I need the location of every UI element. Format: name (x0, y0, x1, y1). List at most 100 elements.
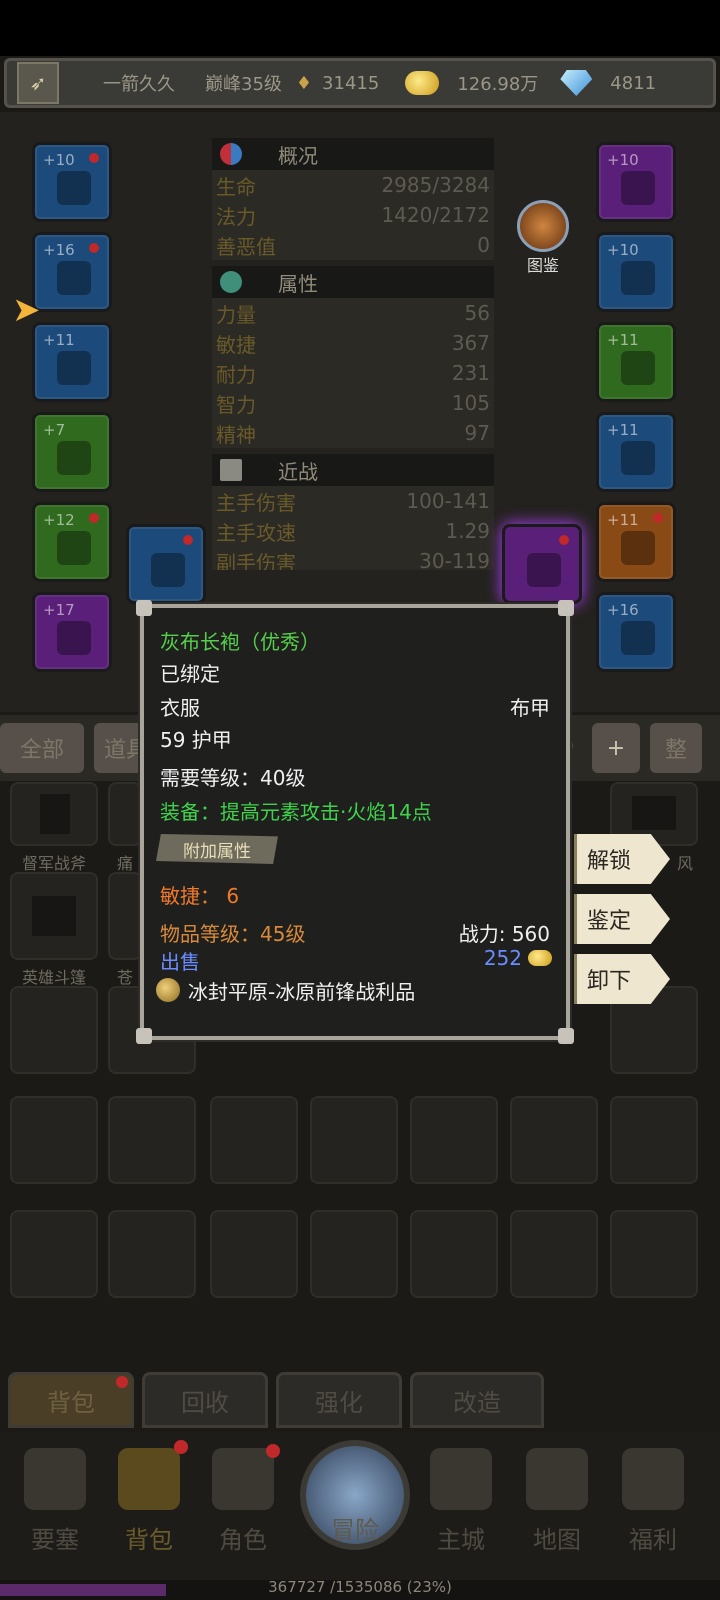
nav-label: 福利 (629, 1526, 677, 1554)
unequip-button[interactable]: 卸下 (574, 954, 670, 1004)
stat-row: 智力 105 (212, 388, 494, 418)
slot-level: +10 (607, 241, 639, 259)
stat-value: 100-141 (406, 489, 490, 513)
stat-name: 法力 (216, 204, 256, 229)
equip-slot-hands[interactable]: +10 (596, 232, 676, 312)
tab-recycle[interactable]: 回收 (142, 1372, 268, 1428)
melee-title: 近战 (278, 459, 318, 484)
stat-value: 56 (464, 301, 490, 325)
stat-value: 1420/2172 (381, 203, 490, 227)
equip-slot-bracer[interactable]: +17 (32, 592, 112, 672)
nav-character[interactable]: 角色 (198, 1440, 288, 1560)
bag-slot-empty[interactable] (610, 1096, 698, 1184)
power-value: 31415 (322, 72, 380, 94)
sell-price: 252 (483, 946, 522, 970)
bag-slot-empty[interactable] (310, 1096, 398, 1184)
filter-all[interactable]: 全部 (0, 723, 84, 773)
bag-slot-empty[interactable] (108, 1210, 196, 1298)
equip-slot-mainhand[interactable] (502, 524, 582, 604)
stat-value: 105 (451, 391, 490, 415)
bag-slot-empty[interactable] (210, 1210, 298, 1298)
nav-fortress[interactable]: 要塞 (10, 1440, 100, 1560)
boots-icon (621, 531, 655, 565)
tab-enhance[interactable]: 强化 (276, 1372, 402, 1428)
equip-slot-ring[interactable]: +16 (596, 592, 676, 672)
item-armor: 59 护甲 (160, 728, 232, 752)
equip-slot-shoulder[interactable]: +11 (32, 322, 112, 402)
castle-icon (430, 1448, 492, 1510)
unlock-button[interactable]: 解锁 (574, 834, 670, 884)
ring-icon (621, 621, 655, 655)
nav-label: 主城 (437, 1526, 485, 1554)
item-equip-effect: 装备：提高元素攻击·火焰14点 (160, 800, 432, 824)
nav-label: 角色 (219, 1526, 267, 1554)
equip-slot-cloak[interactable]: +7 (32, 412, 112, 492)
stat-value: 0 (477, 233, 490, 257)
bag-slot-empty[interactable] (10, 1210, 98, 1298)
equip-slot-neck[interactable]: +16 (32, 232, 112, 312)
stat-name: 副手伤害 (216, 550, 296, 571)
bag-item[interactable] (10, 782, 98, 846)
lock-icon (183, 535, 193, 545)
equip-slot-feet[interactable]: +11 (596, 502, 676, 582)
bag-slot-empty[interactable] (310, 1210, 398, 1298)
nav-label: 背包 (125, 1526, 173, 1554)
bag-slot-empty[interactable] (610, 1210, 698, 1298)
stat-value: 1.29 (445, 519, 490, 543)
bag-slot-empty[interactable] (410, 1096, 498, 1184)
bag-item[interactable] (10, 872, 98, 960)
bag-item[interactable] (108, 782, 142, 846)
gift-icon (622, 1448, 684, 1510)
slot-level: +11 (607, 331, 639, 349)
equip-slot-head[interactable]: +10 (32, 142, 112, 222)
stat-name: 主手伤害 (216, 490, 296, 515)
slot-level: +11 (607, 421, 639, 439)
nav-label: 要塞 (31, 1526, 79, 1554)
cloak-icon (57, 441, 91, 475)
bag-slot-empty[interactable] (510, 1096, 598, 1184)
nav-label: 地图 (533, 1526, 581, 1554)
equip-slot-chest[interactable]: +12 (32, 502, 112, 582)
nav-city[interactable]: 主城 (416, 1440, 506, 1560)
slot-level: +10 (43, 151, 75, 169)
axe-icon (40, 794, 70, 834)
lock-icon (89, 513, 99, 523)
identify-button[interactable]: 鉴定 (574, 894, 670, 944)
nav-welfare[interactable]: 福利 (608, 1440, 698, 1560)
melee-header: 近战 (212, 454, 494, 486)
codex-button[interactable]: 图鉴 (514, 200, 572, 275)
nav-bag[interactable]: 背包 (104, 1440, 194, 1560)
stat-row: 善恶值 0 (212, 230, 494, 260)
bag-item[interactable] (108, 872, 142, 960)
stat-value: 30-119 (419, 549, 490, 570)
avatar[interactable]: ➶ (17, 62, 59, 104)
sword-icon (220, 459, 242, 481)
expand-bag-button[interactable]: + (592, 723, 640, 773)
stat-name: 敏捷 (216, 332, 256, 357)
bag-slot-empty[interactable] (410, 1210, 498, 1298)
scroll-map-icon (526, 1448, 588, 1510)
equip-slot-waist[interactable]: +11 (596, 322, 676, 402)
shoulder-icon (57, 351, 91, 385)
bag-slot-empty[interactable] (510, 1210, 598, 1298)
chest-armor-icon (57, 531, 91, 565)
codex-label: 图鉴 (526, 256, 559, 275)
status-bar (0, 0, 720, 56)
corner-ornament (136, 600, 152, 616)
equip-slot-offhand[interactable] (126, 524, 206, 604)
stat-row: 精神 97 (212, 418, 494, 448)
bag-slot-empty[interactable] (108, 1096, 196, 1184)
bag-slot-empty[interactable] (10, 1096, 98, 1184)
stat-value: 97 (464, 421, 490, 445)
sort-button[interactable]: 整 (650, 723, 702, 773)
bag-slot-empty[interactable] (210, 1096, 298, 1184)
bag-slot-empty[interactable] (10, 986, 98, 1074)
nav-map[interactable]: 地图 (512, 1440, 602, 1560)
tab-reforge[interactable]: 改造 (410, 1372, 544, 1428)
lock-icon (89, 243, 99, 253)
equip-slot-legs[interactable]: +11 (596, 412, 676, 492)
stats-panel[interactable]: 概况 生命 2985/3284 法力 1420/2172 善恶值 0 属性 力量 56 … (212, 138, 494, 570)
slot-level: +11 (43, 331, 75, 349)
equip-slot-weapon[interactable]: +10 (596, 142, 676, 222)
corner-ornament (136, 1028, 152, 1044)
